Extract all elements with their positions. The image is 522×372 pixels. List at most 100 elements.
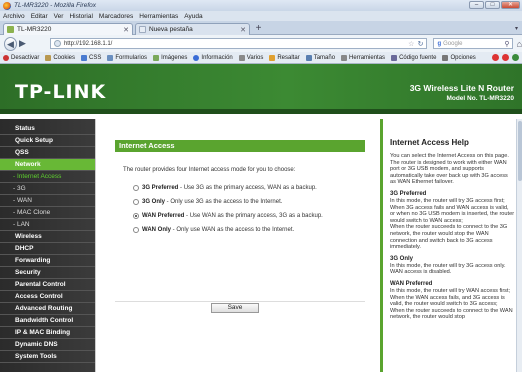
info-icon bbox=[193, 54, 200, 61]
reload-icon[interactable]: ↻ bbox=[418, 40, 424, 48]
page-scrollbar[interactable] bbox=[516, 119, 522, 372]
section-header: Internet Access bbox=[115, 140, 365, 152]
menu-ayuda[interactable]: Ayuda bbox=[184, 13, 202, 20]
window-controls: – □ ✕ bbox=[469, 1, 520, 9]
dev-formularios[interactable]: Formularios bbox=[107, 54, 147, 61]
form-icon bbox=[107, 54, 114, 61]
sidebar-item-access-control[interactable]: Access Control bbox=[0, 291, 95, 303]
maximize-button[interactable]: □ bbox=[485, 1, 500, 9]
sidebar-item-advanced-routing[interactable]: Advanced Routing bbox=[0, 303, 95, 315]
dev-tamano[interactable]: Tamaño bbox=[305, 54, 335, 61]
developer-toolbar: Desactivar Cookies CSS Formularios Imáge… bbox=[0, 52, 522, 64]
help-heading-3g-preferred: 3G Preferred bbox=[390, 190, 427, 197]
radio-wan-only[interactable] bbox=[133, 227, 139, 233]
option-name: 3G Only bbox=[142, 199, 166, 205]
scrollbar-thumb[interactable] bbox=[518, 121, 522, 181]
sidebar-item-ip-mac-binding[interactable]: IP & MAC Binding bbox=[0, 327, 95, 339]
help-body-wan-preferred: In this mode, the router will try WAN ac… bbox=[390, 287, 513, 321]
option-3g-preferred[interactable]: 3G Preferred - Use 3G as the primary acc… bbox=[133, 185, 317, 191]
menu-editar[interactable]: Editar bbox=[31, 13, 48, 20]
dev-css[interactable]: CSS bbox=[81, 54, 101, 61]
sidebar-item-system-tools[interactable]: System Tools bbox=[0, 351, 95, 363]
site-identity-icon[interactable] bbox=[53, 40, 61, 47]
search-icon[interactable]: ⚲ bbox=[504, 40, 509, 48]
tab-close-icon[interactable]: ✕ bbox=[123, 26, 129, 34]
css-icon bbox=[81, 54, 88, 61]
dev-imagenes[interactable]: Imágenes bbox=[153, 54, 187, 61]
highlight-icon bbox=[269, 54, 276, 61]
new-tab-button[interactable]: + bbox=[253, 24, 264, 34]
dev-codigo-fuente[interactable]: Código fuente bbox=[391, 54, 436, 61]
warning-status-icon[interactable] bbox=[502, 54, 509, 61]
back-button[interactable]: ◀ bbox=[4, 36, 17, 51]
error-status-icon[interactable] bbox=[492, 54, 499, 61]
option-3g-only[interactable]: 3G Only - Only use 3G as the access to t… bbox=[133, 199, 282, 205]
menu-archivo[interactable]: Archivo bbox=[3, 13, 25, 20]
radio-3g-preferred[interactable] bbox=[133, 185, 139, 191]
sidebar-item-lan[interactable]: - LAN bbox=[0, 219, 95, 231]
option-desc: - Only use WAN as the access to the Inte… bbox=[171, 227, 295, 233]
option-wan-preferred[interactable]: WAN Preferred - Use WAN as the primary a… bbox=[133, 213, 323, 219]
router-sidebar-menu: Status Quick Setup QSS Network - Interne… bbox=[0, 119, 95, 372]
bookmark-star-icon[interactable]: ☆ bbox=[408, 40, 414, 48]
sidebar-item-forwarding[interactable]: Forwarding bbox=[0, 255, 95, 267]
dev-opciones[interactable]: Opciones bbox=[442, 54, 476, 61]
form-divider bbox=[115, 301, 365, 302]
menu-ver[interactable]: Ver bbox=[54, 13, 64, 20]
menu-herramientas[interactable]: Herramientas bbox=[139, 13, 178, 20]
save-button[interactable]: Save bbox=[211, 303, 259, 313]
sidebar-item-quick-setup[interactable]: Quick Setup bbox=[0, 135, 95, 147]
dev-varios[interactable]: Varios bbox=[238, 54, 263, 61]
sidebar-item-bandwidth-control[interactable]: Bandwidth Control bbox=[0, 315, 95, 327]
dev-desactivar[interactable]: Desactivar bbox=[3, 54, 39, 61]
dev-cookies[interactable]: Cookies bbox=[45, 54, 75, 61]
sidebar-item-parental-control[interactable]: Parental Control bbox=[0, 279, 95, 291]
tab-tl-mr3220[interactable]: TL-MR3220 ✕ bbox=[3, 23, 133, 35]
help-body-3g-preferred: In this mode, the router will try 3G acc… bbox=[390, 197, 515, 251]
url-bar[interactable]: http://192.168.1.1/ ☆ ↻ bbox=[49, 38, 428, 49]
dev-resaltar[interactable]: Resaltar bbox=[269, 54, 300, 61]
product-name: 3G Wireless Lite N Router bbox=[409, 83, 514, 93]
tab-close-icon[interactable]: ✕ bbox=[240, 26, 246, 34]
sidebar-item-network[interactable]: Network bbox=[0, 159, 95, 171]
forward-button[interactable]: ▶ bbox=[17, 38, 28, 49]
tab-list-icon[interactable]: ▾ bbox=[515, 25, 518, 32]
menu-marcadores[interactable]: Marcadores bbox=[99, 13, 133, 20]
search-engine-icon[interactable]: g bbox=[437, 41, 441, 47]
sidebar-item-wireless[interactable]: Wireless bbox=[0, 231, 95, 243]
menu-bar: Archivo Editar Ver Historial Marcadores … bbox=[0, 11, 522, 21]
sidebar-item-3g[interactable]: - 3G bbox=[0, 183, 95, 195]
help-body-3g-only: In this mode, the router will try 3G acc… bbox=[390, 262, 506, 276]
tplink-banner: TP-LINK 3G Wireless Lite N Router Model … bbox=[0, 64, 522, 114]
radio-wan-preferred[interactable] bbox=[133, 213, 139, 219]
option-wan-only[interactable]: WAN Only - Only use WAN as the access to… bbox=[133, 227, 294, 233]
menu-historial[interactable]: Historial bbox=[69, 13, 92, 20]
dev-herramientas[interactable]: Herramientas bbox=[341, 54, 385, 61]
help-intro: You can select the Internet Access on th… bbox=[390, 153, 509, 186]
help-title: Internet Access Help bbox=[390, 138, 469, 147]
search-box[interactable]: g Google ⚲ bbox=[433, 38, 513, 49]
dev-informacion[interactable]: Información bbox=[193, 54, 233, 61]
sidebar-item-dhcp[interactable]: DHCP bbox=[0, 243, 95, 255]
sidebar-item-internet-access[interactable]: - Internet Access bbox=[0, 171, 95, 183]
close-window-button[interactable]: ✕ bbox=[501, 1, 520, 9]
sidebar-item-mac-clone[interactable]: - MAC Clone bbox=[0, 207, 95, 219]
sidebar-item-qss[interactable]: QSS bbox=[0, 147, 95, 159]
sidebar-item-wan[interactable]: - WAN bbox=[0, 195, 95, 207]
minimize-button[interactable]: – bbox=[469, 1, 484, 9]
home-icon[interactable]: ⌂ bbox=[517, 39, 522, 49]
internet-access-panel: Internet Access The router provides four… bbox=[95, 119, 380, 372]
sidebar-item-status[interactable]: Status bbox=[0, 123, 95, 135]
image-icon bbox=[153, 54, 160, 61]
tab-favicon bbox=[7, 26, 14, 33]
option-desc: - Only use 3G as the access to the Inter… bbox=[165, 199, 283, 205]
ok-status-icon[interactable] bbox=[512, 54, 519, 61]
sidebar-item-dynamic-dns[interactable]: Dynamic DNS bbox=[0, 339, 95, 351]
window-title: TL-MR3220 - Mozilla Firefox bbox=[14, 2, 96, 9]
url-text: http://192.168.1.1/ bbox=[63, 40, 113, 47]
radio-3g-only[interactable] bbox=[133, 199, 139, 205]
tab-nueva-pestana[interactable]: Nueva pestaña ✕ bbox=[135, 23, 250, 35]
sidebar-item-security[interactable]: Security bbox=[0, 267, 95, 279]
firefox-icon bbox=[3, 1, 11, 10]
option-name: WAN Only bbox=[142, 227, 172, 233]
